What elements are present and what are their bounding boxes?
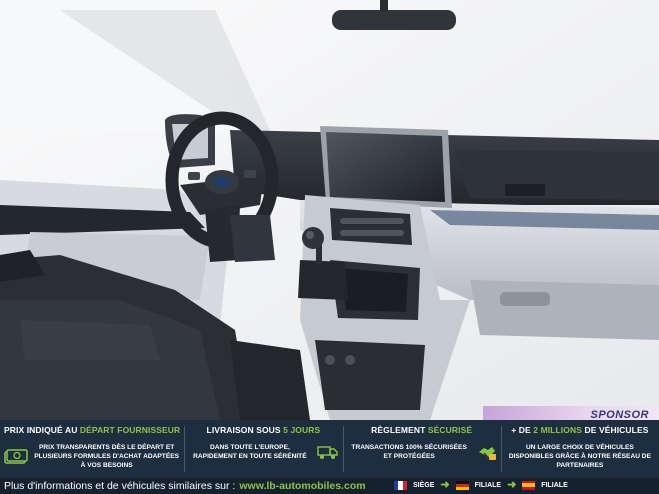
location-label-fr: SIÈGE	[413, 481, 435, 489]
title-text: LIVRAISON SOUS	[206, 425, 281, 435]
title-highlight: 2 MILLIONS	[533, 425, 582, 435]
title-highlight: 5 JOURS	[283, 425, 321, 435]
handshake-icon	[478, 447, 496, 460]
guarantee-price: PRIX INDIQUÉ AU DÉPART FOURNISSEUR PRIX …	[0, 420, 184, 478]
guarantee-price-title: PRIX INDIQUÉ AU DÉPART FOURNISSEUR	[4, 425, 180, 435]
guarantee-choice: + DE 2 MILLIONS DE VÉHICULES UN LARGE CH…	[500, 420, 659, 478]
title-highlight: SÉCURISÉ	[427, 425, 473, 435]
website-link[interactable]: www.lb-automobiles.com	[239, 480, 365, 492]
guarantee-payment: RÈGLEMENT SÉCURISÉ TRANSACTIONS 100% SÉC…	[342, 420, 501, 478]
arrow-right-icon: ➜	[440, 479, 450, 491]
france-flag-icon	[394, 480, 407, 490]
title-text: RÈGLEMENT	[371, 425, 426, 435]
guarantee-choice-text: UN LARGE CHOIX DE VÉHICULES DISPONIBLES …	[508, 444, 651, 469]
money-icon	[4, 448, 28, 464]
guarantee-delivery-text: DANS TOUTE L'EUROPE, RAPIDEMENT EN TOUTE…	[193, 444, 307, 460]
germany-flag-icon	[455, 480, 469, 490]
truck-icon	[316, 446, 338, 459]
title-text: + DE	[511, 425, 531, 435]
more-info-text: Plus d'informations et de véhicules simi…	[4, 480, 236, 492]
title-highlight: DÉPART FOURNISSEUR	[79, 425, 181, 435]
guarantee-delivery: LIVRAISON SOUS 5 JOURS DANS TOUTE L'EURO…	[184, 420, 342, 478]
title-text: PRIX INDIQUÉ AU	[4, 425, 78, 435]
guarantee-price-text: PRIX TRANSPARENTS DÈS LE DÉPART ET PLUSI…	[34, 444, 180, 469]
arrow-right-icon: ➜	[507, 479, 517, 491]
van-interior-photo	[0, 0, 659, 420]
guarantee-delivery-title: LIVRAISON SOUS 5 JOURS	[188, 425, 338, 435]
locations: SIÈGE ➜ FILIALE ➜ FILIALE	[394, 479, 568, 491]
guarantee-payment-title: RÈGLEMENT SÉCURISÉ	[347, 425, 497, 435]
listing-image: SPONSOR PRIX INDIQUÉ AU DÉPART FOURNISSE…	[0, 0, 659, 494]
title-text-end: DE VÉHICULES	[584, 425, 649, 435]
guarantee-payment-text: TRANSACTIONS 100% SÉCURISÉES ET PROTÉGÉE…	[351, 444, 467, 460]
guarantee-choice-title: + DE 2 MILLIONS DE VÉHICULES	[505, 425, 655, 435]
location-label-es: FILIALE	[541, 481, 568, 489]
location-label-de: FILIALE	[474, 481, 502, 489]
footer-bar: Plus d'informations et de véhicules simi…	[0, 478, 659, 494]
spain-flag-icon	[522, 480, 536, 490]
guarantees-banner: PRIX INDIQUÉ AU DÉPART FOURNISSEUR PRIX …	[0, 420, 659, 478]
